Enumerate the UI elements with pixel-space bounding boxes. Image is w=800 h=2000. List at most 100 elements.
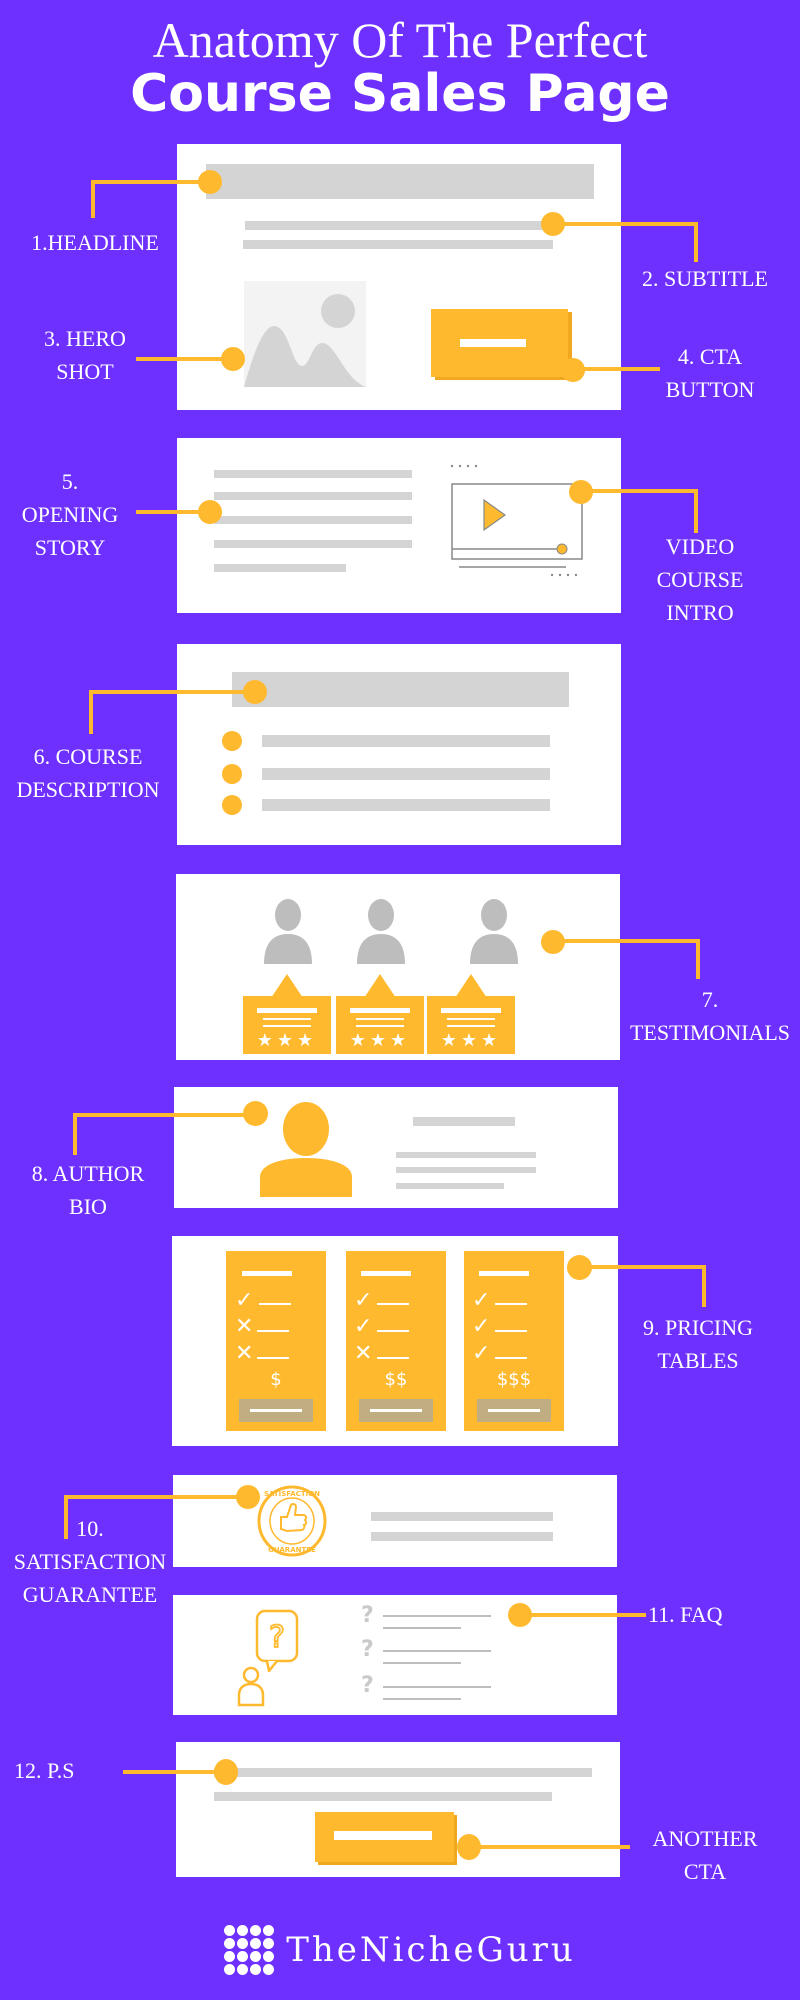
brand-dots-icon <box>224 1925 275 1975</box>
badge-top-text: SATISFACTION <box>264 1490 320 1498</box>
subtitle-bar-1 <box>245 221 555 230</box>
bullet-dot <box>222 731 242 751</box>
description-marker <box>243 680 267 704</box>
hero-panel <box>177 144 621 410</box>
faq-person-question-icon: ? <box>237 1609 299 1707</box>
pricing-tier-card: ✓ ✓ ✓ $$$ <box>464 1251 564 1431</box>
label-hero-shot: 3. HERO SHOT <box>44 326 126 384</box>
title-line-1: Anatomy Of The Perfect <box>152 12 648 68</box>
satisfaction-guarantee-badge-icon: SATISFACTION GUARANTEE <box>257 1485 327 1557</box>
guarantee-line <box>371 1532 553 1541</box>
description-connector <box>89 690 249 694</box>
faq-question-mark-icon: ? <box>361 1603 374 1628</box>
description-heading-bar <box>232 672 569 707</box>
feature-cross-icon: ✕ <box>235 1341 254 1366</box>
star-rating: ★★★ <box>256 1030 318 1051</box>
feature-check-icon: ✓ <box>354 1314 373 1339</box>
subtitle-connector <box>560 222 698 226</box>
label-author-bio: 8. AUTHOR BIO <box>31 1161 145 1219</box>
label-opening-story: 5. OPENING STORY <box>21 469 119 560</box>
hero-image-icon <box>244 281 366 387</box>
ps-panel <box>176 1742 620 1877</box>
label-pricing-tables: 9. PRICING TABLES <box>642 1315 753 1373</box>
another-cta-connector <box>475 1845 630 1849</box>
label-video-intro: VIDEO COURSE INTRO <box>656 534 744 625</box>
testimonial-card: ★★★ <box>243 974 331 1056</box>
author-bio-line <box>396 1152 536 1158</box>
tier-buy-button-mock <box>239 1399 313 1422</box>
story-panel <box>177 438 621 613</box>
tier-buy-button-mock <box>359 1399 433 1422</box>
author-marker <box>243 1101 268 1126</box>
story-line <box>214 540 412 548</box>
guarantee-connector <box>64 1495 244 1499</box>
headline-connector <box>91 180 209 184</box>
pricing-connector <box>586 1265 706 1269</box>
star-rating: ★★★ <box>440 1030 502 1051</box>
author-avatar-icon <box>260 1102 352 1197</box>
story-line <box>214 516 412 524</box>
faq-question-line <box>383 1615 491 1617</box>
bullet-line <box>262 799 550 811</box>
feature-check-icon: ✓ <box>472 1288 491 1313</box>
faq-connector <box>528 1613 646 1617</box>
faq-question-line <box>383 1686 491 1688</box>
label-satisfaction-guarantee: 10. SATISFACTION GUARANTEE <box>13 1516 167 1607</box>
headline-marker <box>198 170 222 194</box>
author-bio-line <box>396 1167 536 1173</box>
bullet-dot <box>222 795 242 815</box>
feature-check-icon: ✓ <box>354 1288 373 1313</box>
testimonials-connector <box>560 939 700 943</box>
headline-bar <box>206 164 594 199</box>
testimonials-connector <box>696 939 700 979</box>
label-faq: 11. FAQ <box>648 1602 723 1627</box>
faq-answer-line <box>383 1698 461 1700</box>
faq-question-mark-icon: ? <box>361 1673 374 1698</box>
pricing-tier-card: ✓ ✕ ✕ $ <box>226 1251 326 1431</box>
star-rating: ★★★ <box>349 1030 411 1051</box>
testimonial-avatar-icon <box>264 899 312 964</box>
author-panel <box>174 1087 618 1208</box>
author-connector <box>73 1113 253 1117</box>
author-connector <box>73 1113 77 1155</box>
description-connector <box>89 690 93 734</box>
faq-answer-line <box>383 1627 461 1629</box>
feature-check-icon: ✓ <box>472 1314 491 1339</box>
faq-question-line <box>383 1650 491 1652</box>
feature-cross-icon: ✕ <box>354 1341 373 1366</box>
feature-cross-icon: ✕ <box>235 1314 254 1339</box>
label-another-cta: ANOTHER CTA <box>652 1826 758 1884</box>
pricing-connector <box>702 1265 706 1307</box>
badge-bottom-text: GUARANTEE <box>268 1546 316 1554</box>
testimonial-avatar-icon <box>357 899 405 964</box>
cta-button-text-bar <box>460 339 526 347</box>
bullet-dot <box>222 764 242 784</box>
ps-line <box>214 1768 592 1777</box>
tier-buy-button-mock <box>477 1399 551 1422</box>
label-subtitle: 2. SUBTITLE <box>642 266 768 291</box>
hero-marker <box>221 347 245 371</box>
video-connector <box>588 489 698 493</box>
subtitle-bar-2 <box>243 240 553 249</box>
story-line <box>214 492 412 500</box>
story-line <box>214 470 412 478</box>
faq-question-mark-icon: ? <box>361 1637 374 1662</box>
story-marker <box>198 500 222 524</box>
pricing-tier-card: ✓ ✓ ✕ $$ <box>346 1251 446 1431</box>
story-line <box>214 564 346 572</box>
another-cta-text-bar <box>334 1831 432 1840</box>
headline-connector <box>91 180 95 218</box>
description-panel <box>177 644 621 845</box>
label-testimonials: 7. TESTIMONIALS <box>629 987 791 1045</box>
tier-price: $$$ <box>496 1369 532 1390</box>
video-connector <box>694 489 698 533</box>
subtitle-connector <box>694 222 698 262</box>
feature-check-icon: ✓ <box>472 1341 491 1366</box>
label-course-description: 6. COURSE DESCRIPTION <box>16 744 160 802</box>
testimonial-card: ★★★ <box>336 974 424 1056</box>
author-bio-line <box>396 1183 504 1189</box>
testimonial-avatar-icon <box>470 899 518 964</box>
guarantee-marker <box>236 1485 260 1509</box>
label-cta-button: 4. CTA BUTTON <box>665 344 755 402</box>
video-player-icon <box>450 464 583 577</box>
